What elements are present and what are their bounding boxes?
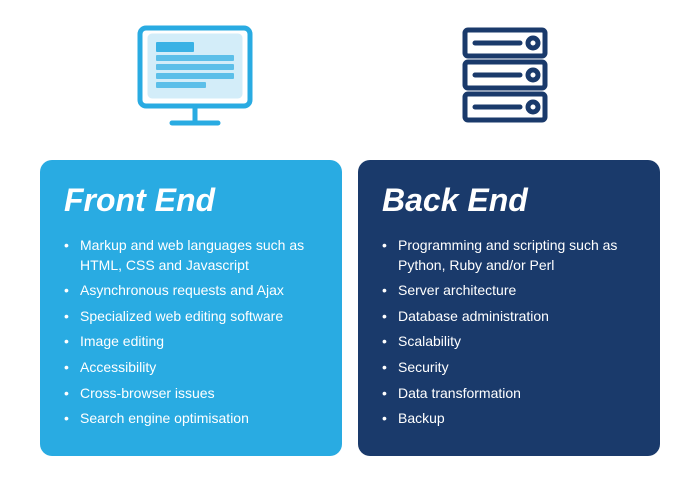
- list-item: Asynchronous requests and Ajax: [64, 278, 318, 304]
- list-item: Specialized web editing software: [64, 304, 318, 330]
- server-icon-wrapper: [350, 20, 660, 150]
- list-item: Backup: [382, 406, 636, 432]
- cards-section: Front End Markup and web languages such …: [40, 160, 660, 456]
- list-item: Cross-browser issues: [64, 381, 318, 407]
- frontend-list: Markup and web languages such as HTML, C…: [64, 233, 318, 432]
- list-item: Programming and scripting such as Python…: [382, 233, 636, 278]
- frontend-title: Front End: [64, 182, 318, 219]
- backend-list: Programming and scripting such as Python…: [382, 233, 636, 432]
- backend-card: Back End Programming and scripting such …: [358, 160, 660, 456]
- list-item: Data transformation: [382, 381, 636, 407]
- list-item: Database administration: [382, 304, 636, 330]
- list-item: Security: [382, 355, 636, 381]
- backend-title: Back End: [382, 182, 636, 219]
- list-item: Scalability: [382, 329, 636, 355]
- monitor-icon: [130, 20, 260, 140]
- icons-row: [40, 20, 660, 150]
- list-item: Server architecture: [382, 278, 636, 304]
- server-icon: [445, 20, 565, 140]
- list-item: Image editing: [64, 329, 318, 355]
- list-item: Markup and web languages such as HTML, C…: [64, 233, 318, 278]
- monitor-icon-wrapper: [40, 20, 350, 150]
- list-item: Accessibility: [64, 355, 318, 381]
- frontend-card: Front End Markup and web languages such …: [40, 160, 342, 456]
- list-item: Search engine optimisation: [64, 406, 318, 432]
